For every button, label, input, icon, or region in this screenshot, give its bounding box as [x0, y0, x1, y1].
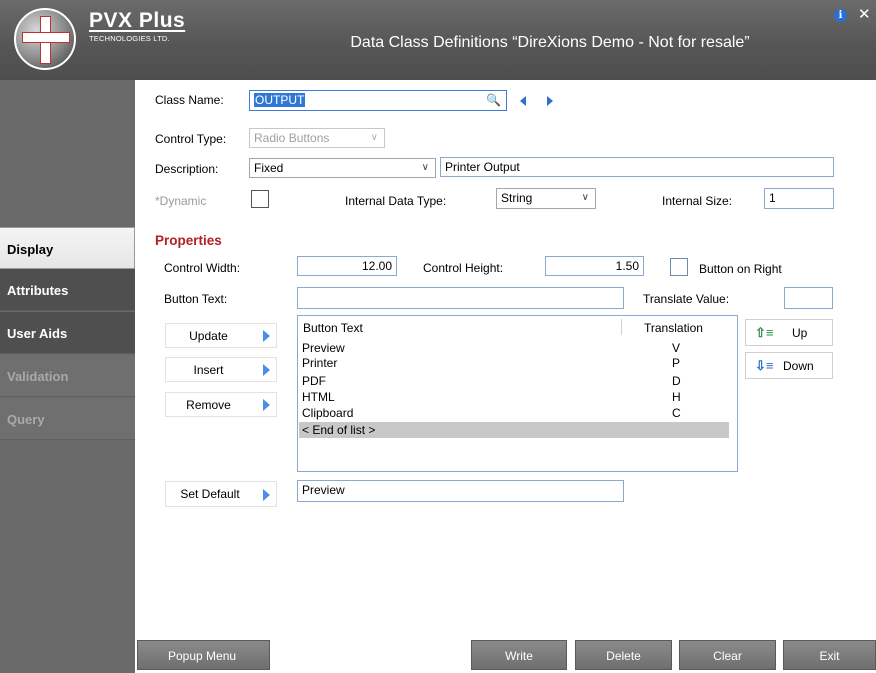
chevron-down-icon: ∨	[581, 192, 589, 203]
button-text-label: Button Text:	[164, 292, 228, 306]
internal-type-select[interactable]: String ∨	[496, 188, 596, 209]
class-name-label: Class Name:	[155, 93, 224, 107]
app-window: PVX Plus TECHNOLOGIES LTD. Data Class De…	[0, 0, 876, 673]
button-list[interactable]: Button Text Translation Preview V Printer…	[297, 315, 738, 472]
translate-value-label: Translate Value:	[643, 292, 730, 306]
list-item[interactable]: Clipboard C	[299, 406, 729, 420]
popup-menu-label: Popup Menu	[168, 649, 237, 663]
internal-size-input[interactable]: 1	[764, 188, 834, 209]
list-item[interactable]: PDF D	[299, 373, 729, 388]
update-button-label: Update	[189, 329, 228, 343]
chevron-down-icon: ∨	[370, 132, 378, 143]
tab-query: Query	[0, 398, 135, 440]
next-record-icon[interactable]	[547, 96, 553, 106]
dynamic-label: *Dynamic	[155, 194, 207, 208]
write-button[interactable]: Write	[471, 640, 567, 670]
properties-heading: Properties	[155, 233, 222, 248]
delete-button[interactable]: Delete	[575, 640, 672, 670]
move-up-button[interactable]: ⇧≡ Up	[745, 319, 833, 346]
set-default-label: Set Default	[180, 487, 240, 501]
internal-type-label: Internal Data Type:	[345, 194, 447, 208]
control-width-input[interactable]: 12.00	[297, 256, 397, 276]
list-header-text: Button Text	[303, 321, 363, 335]
set-default-button[interactable]: Set Default	[165, 481, 277, 507]
clear-button[interactable]: Clear	[679, 640, 776, 670]
tab-display[interactable]: Display	[0, 227, 135, 269]
triangle-right-icon	[263, 489, 270, 501]
triangle-right-icon	[263, 364, 270, 376]
move-down-icon: ⇩≡	[755, 358, 774, 373]
triangle-right-icon	[263, 399, 270, 411]
button-text-input[interactable]	[297, 287, 624, 309]
write-label: Write	[505, 649, 533, 663]
translate-value-input[interactable]	[784, 287, 833, 309]
info-icon[interactable]: i	[834, 9, 847, 22]
description-mode-value: Fixed	[254, 161, 284, 175]
list-item[interactable]: Printer P	[299, 357, 729, 372]
dynamic-checkbox[interactable]	[251, 190, 269, 208]
exit-button[interactable]: Exit	[783, 640, 876, 670]
column-divider	[621, 319, 622, 335]
button-on-right-label: Button on Right	[699, 262, 782, 276]
description-input[interactable]: Printer Output	[440, 157, 834, 177]
control-type-select: Radio Buttons ∨	[249, 128, 385, 148]
description-mode-select[interactable]: Fixed ∨	[249, 158, 436, 178]
list-item[interactable]: Preview V	[299, 341, 729, 355]
remove-button-label: Remove	[186, 398, 231, 412]
triangle-right-icon	[263, 330, 270, 342]
insert-button-label: Insert	[193, 363, 224, 377]
list-item[interactable]: HTML H	[299, 390, 729, 404]
tab-validation: Validation	[0, 355, 135, 397]
list-item-end[interactable]: < End of list >	[299, 422, 729, 438]
move-up-icon: ⇧≡	[755, 325, 774, 340]
clear-label: Clear	[713, 649, 742, 663]
button-on-right-checkbox[interactable]	[670, 258, 688, 276]
control-width-label: Control Width:	[164, 261, 241, 275]
logo-subtext: TECHNOLOGIES LTD.	[89, 34, 170, 43]
class-name-value: OUTPUT	[254, 93, 306, 107]
insert-button[interactable]: Insert	[165, 357, 277, 382]
logo-globe-icon	[14, 8, 76, 70]
tab-attributes[interactable]: Attributes	[0, 269, 135, 311]
move-up-label: Up	[792, 326, 808, 340]
control-height-input[interactable]: 1.50	[545, 256, 644, 276]
internal-type-value: String	[501, 191, 533, 205]
list-header-translation: Translation	[644, 321, 703, 335]
popup-menu-button[interactable]: Popup Menu	[137, 640, 270, 670]
internal-size-label: Internal Size:	[662, 194, 733, 208]
logo-text: PVX Plus	[89, 9, 186, 32]
control-type-label: Control Type:	[155, 132, 227, 146]
delete-label: Delete	[606, 649, 641, 663]
control-height-label: Control Height:	[423, 261, 504, 275]
sidebar: Display Attributes User Aids Validation …	[0, 80, 135, 673]
binoculars-icon[interactable]: 🔍	[486, 93, 501, 107]
move-down-button[interactable]: ⇩≡ Down	[745, 352, 833, 379]
chevron-down-icon: ∨	[421, 162, 429, 173]
default-value-field[interactable]: Preview	[297, 480, 624, 502]
window-title: Data Class Definitions “DireXions Demo -…	[350, 34, 750, 51]
close-icon[interactable]: ✕	[858, 5, 871, 23]
remove-button[interactable]: Remove	[165, 392, 277, 417]
description-label: Description:	[155, 162, 219, 176]
update-button[interactable]: Update	[165, 323, 277, 348]
control-type-value: Radio Buttons	[254, 131, 330, 145]
move-down-label: Down	[783, 359, 814, 373]
exit-label: Exit	[819, 649, 840, 663]
previous-record-icon[interactable]	[520, 96, 526, 106]
tab-user-aids[interactable]: User Aids	[0, 312, 135, 354]
class-name-input[interactable]: OUTPUT	[249, 90, 507, 111]
title-bar: PVX Plus TECHNOLOGIES LTD. Data Class De…	[0, 0, 876, 80]
